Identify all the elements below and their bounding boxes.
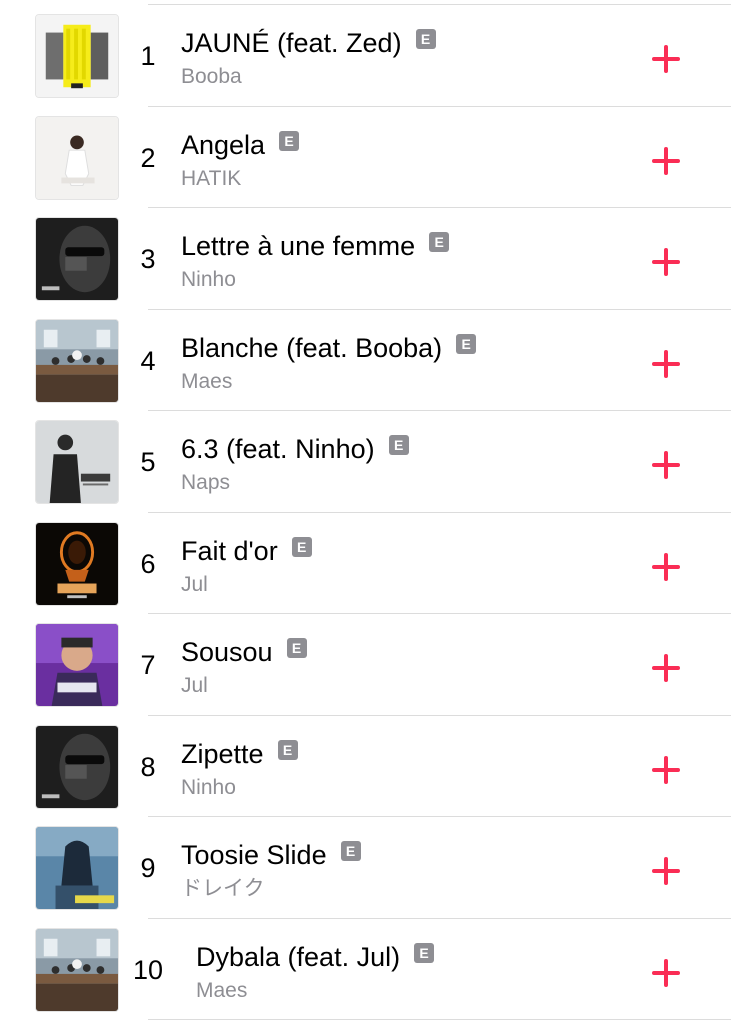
last-supper-cover-image [36,928,118,1011]
song-text: Fait d'or E Jul [181,535,611,598]
add-to-library-button[interactable] [648,853,684,889]
song-text: Sousou E Jul [181,636,611,699]
song-title[interactable]: Zipette [181,738,264,770]
song-artist[interactable]: Maes [181,369,611,395]
last-supper-cover-image [36,319,118,402]
add-to-library-button[interactable] [648,650,684,686]
song-artist[interactable]: ドレイク [181,876,611,902]
song-title[interactable]: Blanche (feat. Booba) [181,332,442,364]
song-row[interactable]: 9 Toosie Slide E ドレイク [0,817,731,919]
song-title[interactable]: JAUNÉ (feat. Zed) [181,27,402,59]
rank-number: 7 [140,650,156,680]
song-artist[interactable]: Jul [181,572,611,598]
explicit-icon: E [291,536,312,557]
sousou-cover-image [36,624,118,706]
song-text: Blanche (feat. Booba) E Maes [181,332,611,395]
song-title[interactable]: Toosie Slide [181,839,327,871]
explicit-icon: E [340,841,361,861]
explicit-icon: E [456,333,477,354]
explicit-icon: E [414,942,435,963]
album-artwork[interactable] [35,724,119,809]
rank-number: 4 [140,345,156,376]
explicit-icon: E [277,739,298,760]
rank-number: 8 [140,751,156,782]
rank-number: 2 [140,142,156,173]
song-text: Dybala (feat. Jul) E Maes [196,941,611,1004]
naps-cover-image [36,421,118,503]
song-title[interactable]: 6.3 (feat. Ninho) [181,433,375,465]
toosie-slide-cover-image [36,827,118,909]
rank-number: 6 [140,548,156,579]
add-to-library-button[interactable] [648,346,684,382]
song-row[interactable]: 4 Blanche (feat. Booba) E Maes [0,310,731,412]
album-artwork[interactable] [35,318,119,403]
add-to-library-button[interactable] [648,549,684,585]
album-artwork[interactable] [35,623,119,707]
song-title[interactable]: Fait d'or [181,535,278,567]
add-to-library-button[interactable] [648,955,684,991]
song-row[interactable]: 5 6.3 (feat. Ninho) E Naps [0,411,731,513]
explicit-icon: E [429,232,450,252]
song-row[interactable]: 10 Dybala (feat. Jul) E Maes [0,919,731,1021]
song-row[interactable]: 6 Fait d'or E Jul [0,513,731,615]
explicit-icon: E [286,638,307,658]
album-artwork[interactable] [35,521,119,606]
song-text: 6.3 (feat. Ninho) E Naps [181,433,611,496]
explicit-icon: E [415,29,436,49]
mils-cover-image [36,218,118,300]
rank-number: 1 [140,41,156,71]
song-row[interactable]: 2 Angela E HATIK [0,107,731,209]
add-to-library-button[interactable] [648,752,684,788]
add-to-library-button[interactable] [648,244,684,280]
explicit-icon: E [388,435,409,455]
album-artwork[interactable] [35,14,119,98]
song-list: 1 JAUNÉ (feat. Zed) E Booba 2 Angela E H… [0,5,731,1020]
song-artist[interactable]: Naps [181,470,611,496]
rank-number: 3 [140,244,156,274]
song-text: JAUNÉ (feat. Zed) E Booba [181,27,611,90]
song-title[interactable]: Angela [181,129,265,161]
song-artist[interactable]: HATIK [181,166,611,192]
album-artwork[interactable] [35,217,119,301]
jaune-cover-image [36,15,118,97]
song-row[interactable]: 3 Lettre à une femme E Ninho [0,208,731,310]
song-artist[interactable]: Booba [181,64,611,90]
rank-number: 10 [132,954,164,985]
song-title[interactable]: Dybala (feat. Jul) [196,941,400,973]
song-title[interactable]: Lettre à une femme [181,230,415,262]
song-text: Zipette E Ninho [181,738,611,801]
song-artist[interactable]: Maes [196,978,611,1004]
explicit-icon: E [279,130,300,151]
add-to-library-button[interactable] [648,143,684,179]
song-artist[interactable]: Jul [181,673,611,699]
album-artwork[interactable] [35,826,119,910]
song-row[interactable]: 8 Zipette E Ninho [0,716,731,818]
fait-dor-cover-image [36,522,118,605]
add-to-library-button[interactable] [648,447,684,483]
rank-number: 5 [140,447,156,477]
add-to-library-button[interactable] [648,41,684,77]
album-artwork[interactable] [35,927,119,1012]
song-text: Angela E HATIK [181,129,611,192]
song-row[interactable]: 7 Sousou E Jul [0,614,731,716]
mils-cover-image [36,725,118,808]
rank-number: 9 [140,853,156,883]
angela-cover-image [36,116,118,199]
song-artist[interactable]: Ninho [181,267,611,293]
song-text: Toosie Slide E ドレイク [181,839,611,902]
song-title[interactable]: Sousou [181,636,273,668]
song-text: Lettre à une femme E Ninho [181,230,611,293]
song-artist[interactable]: Ninho [181,775,611,801]
album-artwork[interactable] [35,420,119,504]
album-artwork[interactable] [35,115,119,200]
song-row[interactable]: 1 JAUNÉ (feat. Zed) E Booba [0,5,731,107]
